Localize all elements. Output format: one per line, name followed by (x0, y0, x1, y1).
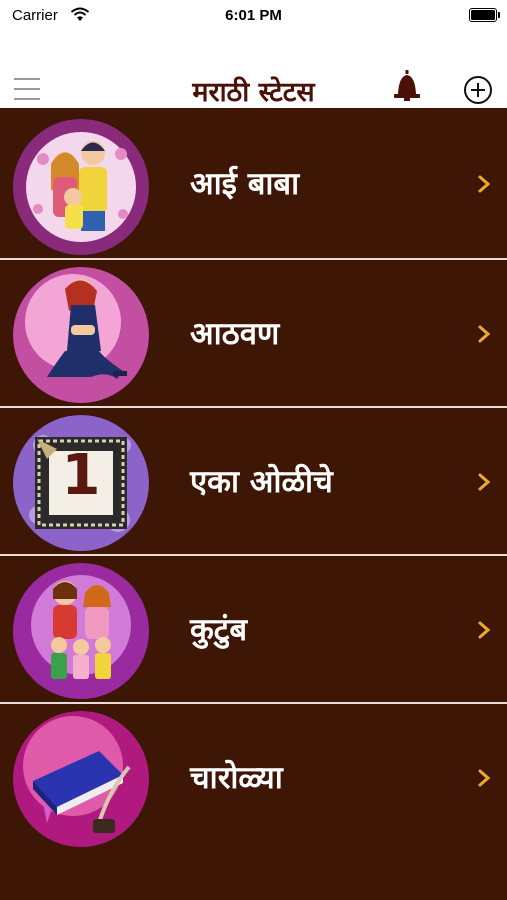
chevron-right-icon (478, 325, 491, 343)
bell-icon[interactable] (392, 70, 422, 104)
sad-girl-thumbnail (13, 267, 149, 403)
add-circle-icon[interactable] (463, 75, 493, 105)
number-one-frame-thumbnail: 1 (13, 415, 149, 551)
family-couple-thumbnail (13, 119, 149, 255)
category-list: आई बाबा आठवण 1 एका ओळीचे कुटुंब चारोळ्या (0, 108, 507, 850)
category-row-charolya[interactable]: चारोळ्या (0, 702, 507, 850)
category-label: एका ओळीचे (190, 464, 333, 500)
category-label: आई बाबा (190, 166, 300, 202)
category-row-eka-olinche[interactable]: 1 एका ओळीचे (0, 406, 507, 554)
status-time: 6:01 PM (225, 7, 282, 24)
number-one-label: 1 (61, 443, 101, 508)
category-row-kutumb[interactable]: कुटुंब (0, 554, 507, 702)
category-label: आठवण (190, 316, 280, 352)
category-label: चारोळ्या (190, 760, 283, 796)
category-row-aai-baba[interactable]: आई बाबा (0, 108, 507, 258)
chevron-right-icon (478, 175, 491, 193)
family-group-thumbnail (13, 563, 149, 699)
battery-icon (469, 8, 500, 22)
status-bar: Carrier 6:01 PM (0, 0, 507, 32)
page-title: मराठी स्टेटस (192, 77, 315, 108)
chevron-right-icon (478, 621, 491, 639)
book-quill-thumbnail (13, 711, 149, 847)
chevron-right-icon (478, 473, 491, 491)
category-row-athavan[interactable]: आठवण (0, 258, 507, 406)
chevron-right-icon (478, 769, 491, 787)
category-label: कुटुंब (190, 612, 248, 648)
